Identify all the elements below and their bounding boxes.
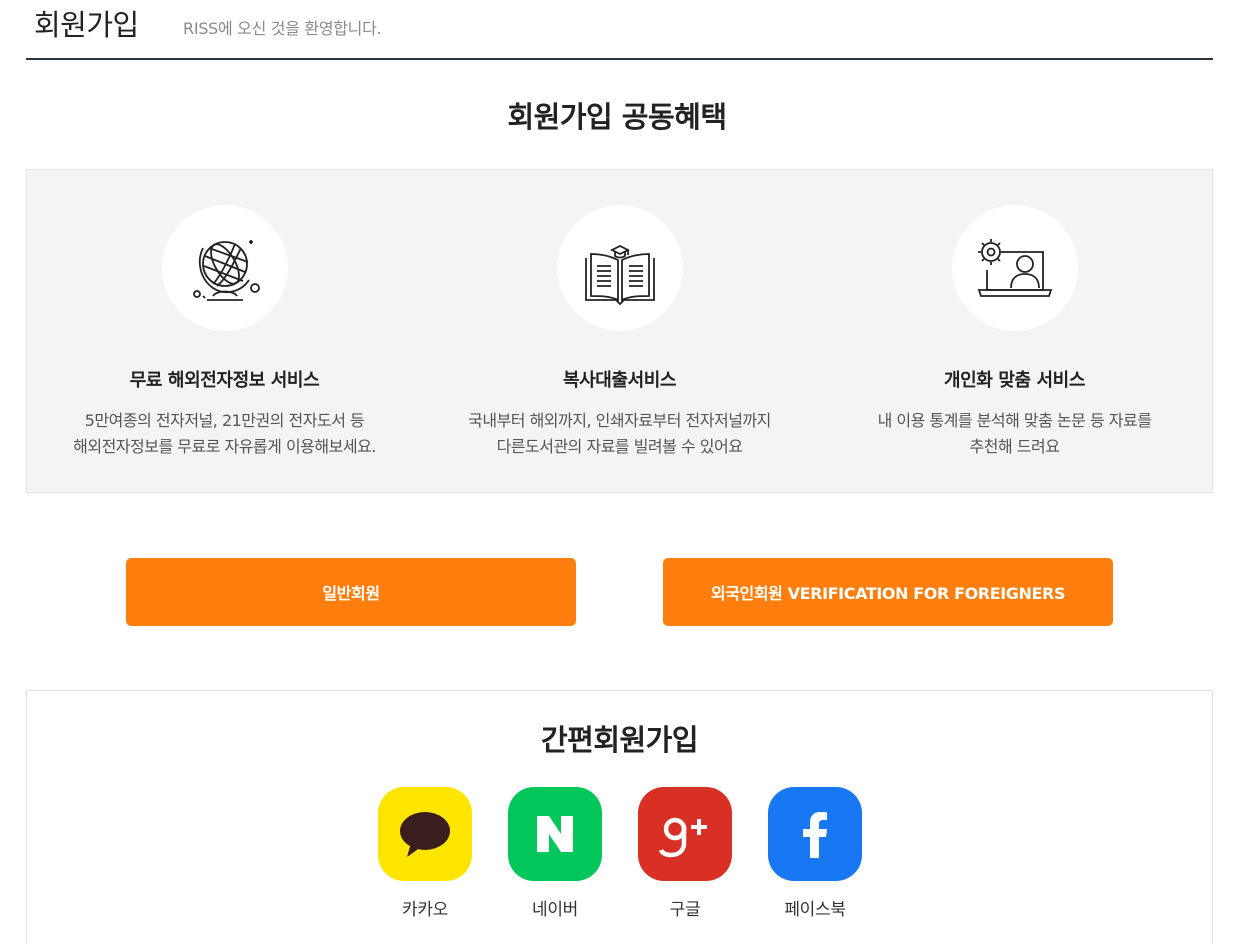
google-plus-icon (658, 817, 707, 858)
signup-page: 회원가입 RISS에 오신 것을 환영합니다. 회원가입 공동혜택 무료 해외전… (0, 0, 1234, 944)
page-title: 회원가입 (34, 8, 139, 42)
welcome-text: RISS에 오신 것을 환영합니다. (183, 19, 382, 38)
open-book-icon (584, 244, 655, 306)
benefit-title: 복사대출서비스 (562, 370, 677, 391)
facebook-tile[interactable] (768, 787, 862, 881)
google-signup-button[interactable]: 구글 (638, 787, 732, 920)
benefit-desc-line: 해외전자정보를 무료로 자유롭게 이용해보세요. (73, 437, 376, 456)
facebook-signup-button[interactable]: 페이스북 (768, 787, 862, 920)
benefit-desc-line: 다른도서관의 자료를 빌려볼 수 있어요 (496, 437, 743, 456)
kakao-icon (400, 812, 450, 857)
benefit-personalized: 개인화 맞춤 서비스 내 이용 통계를 분석해 맞춤 논문 등 자료를 추천해 … (817, 170, 1212, 492)
benefit-title: 무료 해외전자정보 서비스 (129, 370, 320, 391)
benefits-panel: 무료 해외전자정보 서비스 5만여종의 전자저널, 21만권의 전자도서 등 해… (26, 169, 1213, 493)
globe-icon (192, 240, 260, 301)
benefit-icon-circle (951, 205, 1078, 331)
benefit-icon-circle (556, 205, 683, 331)
naver-tile[interactable] (508, 787, 602, 881)
benefit-free-eresources: 무료 해외전자정보 서비스 5만여종의 전자저널, 21만권의 전자도서 등 해… (27, 170, 422, 492)
personalized-laptop-icon (977, 239, 1052, 297)
facebook-label: 페이스북 (784, 900, 846, 920)
benefit-title: 개인화 맞춤 서비스 (943, 370, 1085, 391)
benefit-copy-loan: 복사대출서비스 국내부터 해외까지, 인쇄자료부터 전자저널까지 다른도서관의 … (422, 170, 817, 492)
benefit-description: 5만여종의 전자저널, 21만권의 전자도서 등 해외전자정보를 무료로 자유롭… (27, 408, 422, 460)
benefit-icon-circle (161, 205, 288, 331)
kakao-tile[interactable] (378, 787, 472, 881)
foreigner-member-button[interactable]: 외국인회원 VERIFICATION FOR FOREIGNERS (663, 558, 1113, 626)
kakao-signup-button[interactable]: 카카오 (378, 787, 472, 920)
benefit-desc-line: 추천해 드려요 (969, 437, 1060, 456)
naver-icon (537, 816, 573, 852)
benefit-desc-line: 내 이용 통계를 분석해 맞춤 논문 등 자료를 (877, 411, 1152, 430)
naver-label: 네이버 (531, 900, 579, 920)
facebook-icon (803, 812, 827, 858)
google-tile[interactable] (638, 787, 732, 881)
simple-signup-title: 간편회원가입 (540, 723, 699, 757)
benefit-desc-line: 국내부터 해외까지, 인쇄자료부터 전자저널까지 (468, 411, 771, 430)
benefits-heading: 회원가입 공동혜택 (507, 100, 727, 134)
simple-signup-panel: 간편회원가입 카카오 네이버 구글 페이스북 (26, 690, 1213, 944)
naver-signup-button[interactable]: 네이버 (508, 787, 602, 920)
page-header: 회원가입 RISS에 오신 것을 환영합니다. (26, 0, 1213, 60)
kakao-label: 카카오 (401, 900, 449, 920)
benefit-description: 내 이용 통계를 분석해 맞춤 논문 등 자료를 추천해 드려요 (817, 408, 1212, 460)
benefit-desc-line: 5만여종의 전자저널, 21만권의 전자도서 등 (84, 411, 365, 430)
google-label: 구글 (669, 900, 701, 920)
general-member-button[interactable]: 일반회원 (126, 558, 576, 626)
benefit-description: 국내부터 해외까지, 인쇄자료부터 전자저널까지 다른도서관의 자료를 빌려볼 … (422, 408, 817, 460)
